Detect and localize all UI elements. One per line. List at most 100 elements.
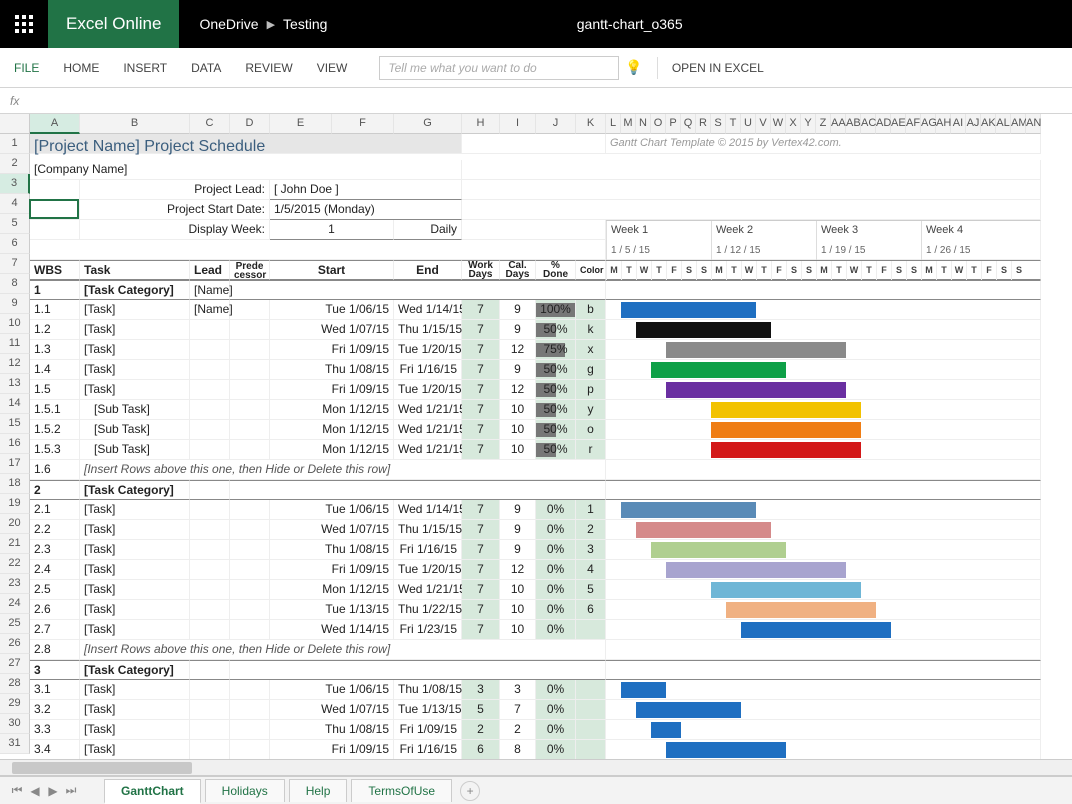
cell[interactable] [606, 320, 1041, 340]
col-header[interactable]: L [606, 114, 621, 134]
cell[interactable]: [Name] [190, 300, 230, 320]
formula-bar[interactable]: fx [0, 88, 1072, 114]
cell[interactable] [230, 580, 270, 600]
cell[interactable]: [Task] [80, 300, 190, 320]
cell[interactable]: [Sub Task] [80, 420, 190, 440]
cell[interactable]: Mon 1/12/15 [270, 580, 394, 600]
cell[interactable] [230, 280, 606, 300]
cell[interactable]: 2 [30, 480, 80, 500]
cell[interactable] [606, 520, 1041, 540]
cell[interactable] [230, 740, 270, 760]
cell[interactable] [190, 520, 230, 540]
cell[interactable]: [Task] [80, 520, 190, 540]
cell[interactable]: 50% [536, 360, 576, 380]
row-header[interactable]: 10 [0, 314, 30, 334]
cell[interactable]: 0% [536, 740, 576, 760]
cell[interactable] [190, 580, 230, 600]
cell[interactable]: 1 [576, 500, 606, 520]
cell[interactable]: Color [576, 260, 606, 280]
row-header[interactable]: 8 [0, 274, 30, 294]
document-name[interactable]: gantt-chart_o365 [387, 16, 872, 32]
cell[interactable]: k [576, 320, 606, 340]
cell[interactable] [606, 640, 1041, 660]
cell[interactable]: [Name] [190, 280, 230, 300]
row-header[interactable]: 22 [0, 554, 30, 574]
cell[interactable] [190, 660, 230, 680]
cell[interactable] [606, 340, 1041, 360]
cell[interactable]: Wed 1/21/15 [394, 580, 462, 600]
row-header[interactable]: 29 [0, 694, 30, 714]
cell[interactable] [606, 580, 1041, 600]
cell[interactable]: 3 [462, 680, 500, 700]
col-header[interactable]: AK [981, 114, 996, 134]
cell[interactable] [230, 440, 270, 460]
col-header[interactable]: AB [846, 114, 861, 134]
cell[interactable]: 10 [500, 600, 536, 620]
col-header[interactable]: H [462, 114, 500, 134]
scrollbar-thumb[interactable] [12, 762, 192, 774]
cell[interactable]: 7 [462, 600, 500, 620]
cell[interactable]: [Task Category] [80, 280, 190, 300]
cell[interactable] [230, 700, 270, 720]
col-header[interactable]: AF [906, 114, 921, 134]
gantt-bar[interactable] [666, 382, 846, 398]
tab-file[interactable]: FILE [14, 61, 39, 75]
cell[interactable]: Tue 1/13/15 [394, 700, 462, 720]
cell[interactable] [190, 560, 230, 580]
cell[interactable]: 9 [500, 500, 536, 520]
cell[interactable]: [Task] [80, 320, 190, 340]
cell[interactable]: Fri 1/09/15 [270, 560, 394, 580]
cell[interactable] [190, 740, 230, 760]
col-header[interactable]: AG [921, 114, 936, 134]
cell[interactable] [462, 180, 1041, 200]
col-header[interactable]: AH [936, 114, 951, 134]
cell[interactable] [606, 540, 1041, 560]
cell[interactable] [606, 420, 1041, 440]
cell[interactable] [230, 500, 270, 520]
cell[interactable] [606, 700, 1041, 720]
cell[interactable]: 7 [462, 420, 500, 440]
gantt-bar[interactable] [741, 622, 891, 638]
col-header[interactable]: Q [681, 114, 696, 134]
col-header[interactable]: Z [816, 114, 831, 134]
cell[interactable] [576, 620, 606, 640]
gantt-bar[interactable] [636, 322, 771, 338]
select-all-corner[interactable] [0, 114, 30, 134]
cell[interactable]: 5 [462, 700, 500, 720]
cell[interactable]: 0% [536, 600, 576, 620]
col-header[interactable]: I [500, 114, 536, 134]
cell[interactable]: 6 [576, 600, 606, 620]
cell[interactable] [230, 600, 270, 620]
cell[interactable]: Gantt Chart Template © 2015 by Vertex42.… [606, 134, 1041, 154]
cell[interactable]: 2.6 [30, 600, 80, 620]
cell[interactable] [462, 134, 606, 154]
cell[interactable] [606, 300, 1041, 320]
cell[interactable]: 1.5.1 [30, 400, 80, 420]
cell[interactable] [606, 620, 1041, 640]
cell[interactable]: 2.7 [30, 620, 80, 640]
cell[interactable]: 2 [500, 720, 536, 740]
cell[interactable]: Fri 1/16/15 [394, 360, 462, 380]
cell[interactable]: 9 [500, 360, 536, 380]
cell[interactable]: 1.2 [30, 320, 80, 340]
sheet-tab-termsofuse[interactable]: TermsOfUse [351, 779, 452, 802]
cell[interactable]: [Insert Rows above this one, then Hide o… [80, 640, 606, 660]
cell[interactable] [462, 200, 1041, 220]
cell[interactable]: [Insert Rows above this one, then Hide o… [80, 460, 606, 480]
gantt-bar[interactable] [636, 522, 771, 538]
lightbulb-icon[interactable]: 💡 [625, 59, 642, 76]
cell[interactable]: Fri 1/09/15 [270, 340, 394, 360]
cell[interactable] [230, 380, 270, 400]
row-header[interactable]: 7 [0, 254, 30, 274]
sheet-tab-help[interactable]: Help [289, 779, 348, 802]
gantt-bar[interactable] [711, 422, 861, 438]
row-header[interactable]: 11 [0, 334, 30, 354]
row-header[interactable]: 23 [0, 574, 30, 594]
add-sheet-button[interactable]: + [460, 781, 480, 801]
cell[interactable] [230, 520, 270, 540]
cell[interactable]: [Task Category] [80, 480, 190, 500]
cell[interactable] [230, 300, 270, 320]
cell[interactable]: Thu 1/08/15 [270, 720, 394, 740]
row-header[interactable]: 19 [0, 494, 30, 514]
cell[interactable]: Fri 1/16/15 [394, 740, 462, 760]
